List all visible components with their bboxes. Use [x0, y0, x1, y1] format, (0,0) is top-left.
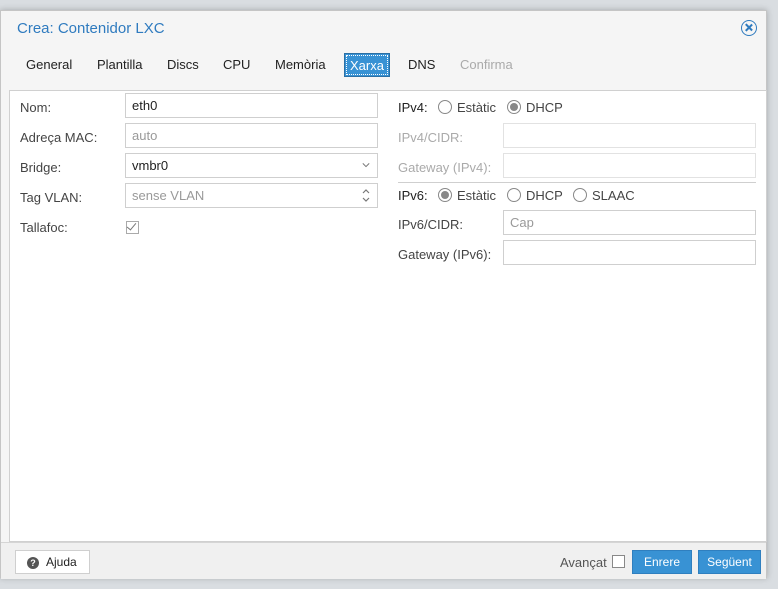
ipv6-cidr-label: IPv6/CIDR: — [398, 217, 464, 232]
tab-network[interactable]: Xarxa — [344, 53, 390, 77]
advanced-label: Avançat — [560, 555, 607, 570]
ipv4-dhcp-label: DHCP — [526, 100, 563, 115]
mac-input[interactable]: auto — [125, 123, 378, 148]
wizard-tabs: General Plantilla Discs CPU Memòria Xarx… — [9, 53, 758, 77]
spinner-icon[interactable] — [361, 187, 371, 204]
gateway4-input — [503, 153, 756, 178]
ipv4-dhcp-radio[interactable] — [507, 100, 521, 114]
tab-template[interactable]: Plantilla — [92, 53, 148, 77]
ipv6-dhcp-label: DHCP — [526, 188, 563, 203]
bridge-label: Bridge: — [20, 160, 62, 175]
dialog-title: Crea: Contenidor LXC — [17, 20, 165, 37]
help-label: Ajuda — [46, 555, 77, 569]
close-icon[interactable] — [741, 20, 757, 36]
network-form-panel: Nom: eth0 Adreça MAC: auto Bridge: vmbr0… — [9, 90, 767, 542]
ipv4-label: IPv4: — [398, 100, 428, 115]
ipv6-slaac-label: SLAAC — [592, 188, 635, 203]
vlan-placeholder: sense VLAN — [132, 188, 205, 203]
chevron-down-icon — [362, 163, 370, 168]
ipv4-static-radio[interactable] — [438, 100, 452, 114]
ipv6-dhcp-radio[interactable] — [507, 188, 521, 202]
name-label: Nom: — [20, 100, 52, 115]
question-icon: ? — [27, 557, 39, 569]
ipv6-static-radio[interactable] — [438, 188, 452, 202]
tab-dns[interactable]: DNS — [403, 53, 440, 77]
ipv4-cidr-input — [503, 123, 756, 148]
ipv4-static-label: Estàtic — [457, 100, 497, 115]
tab-confirm: Confirma — [460, 57, 513, 72]
bridge-value: vmbr0 — [132, 158, 169, 173]
tab-disks[interactable]: Discs — [162, 53, 204, 77]
tab-general[interactable]: General — [21, 53, 77, 77]
gateway6-input[interactable] — [503, 240, 756, 265]
advanced-checkbox[interactable] — [612, 555, 625, 568]
ipv6-cidr-input[interactable]: Cap — [503, 210, 756, 235]
dialog-titlebar: Crea: Contenidor LXC — [1, 11, 766, 47]
gateway6-label: Gateway (IPv6): — [398, 247, 492, 262]
ipv6-slaac-radio[interactable] — [573, 188, 587, 202]
vlan-input[interactable]: sense VLAN — [125, 183, 378, 208]
ipv6-static-label: Estàtic — [457, 188, 497, 203]
firewall-label: Tallafoc: — [20, 220, 68, 235]
gateway4-label: Gateway (IPv4): — [398, 160, 492, 175]
dialog-footer: ? Ajuda Avançat Enrere Següent — [1, 542, 766, 579]
bridge-select[interactable]: vmbr0 — [125, 153, 378, 178]
next-button[interactable]: Següent — [698, 550, 761, 574]
tab-memory[interactable]: Memòria — [270, 53, 331, 77]
back-button[interactable]: Enrere — [632, 550, 692, 574]
tab-cpu[interactable]: CPU — [218, 53, 255, 77]
ip-divider — [398, 182, 756, 183]
name-input[interactable]: eth0 — [125, 93, 378, 118]
vlan-label: Tag VLAN: — [20, 190, 83, 205]
ipv4-cidr-label: IPv4/CIDR: — [398, 130, 464, 145]
create-lxc-dialog: Crea: Contenidor LXC General Plantilla D… — [0, 10, 767, 579]
check-icon — [126, 220, 137, 231]
firewall-checkbox[interactable] — [126, 220, 139, 234]
mac-label: Adreça MAC: — [20, 130, 98, 145]
ipv6-label: IPv6: — [398, 188, 428, 203]
help-button[interactable]: ? Ajuda — [15, 550, 90, 574]
